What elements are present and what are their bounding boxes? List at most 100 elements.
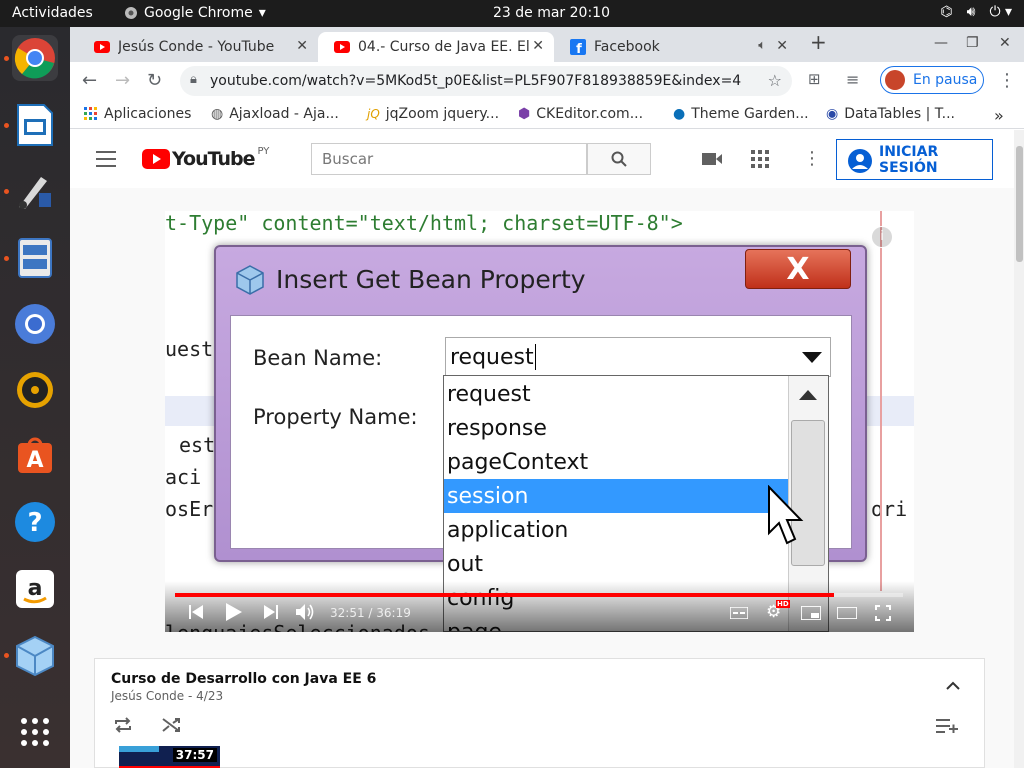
- youtube-logo[interactable]: YouTube PY: [142, 146, 269, 170]
- lock-icon: 🔒︎: [190, 72, 197, 87]
- rhythmbox-icon[interactable]: [12, 367, 58, 413]
- apps-grid-icon[interactable]: [751, 150, 769, 168]
- dock: A ? a: [0, 27, 70, 768]
- close-window-button[interactable]: ✕: [999, 35, 1011, 51]
- chevron-down-icon: ▾: [258, 5, 266, 21]
- list-item[interactable]: application: [444, 513, 788, 547]
- theater-mode-icon[interactable]: [837, 607, 857, 619]
- youtube-logo-text: YouTube: [172, 148, 255, 170]
- page-scroll-thumb[interactable]: [1016, 146, 1023, 262]
- previous-icon[interactable]: [189, 605, 203, 619]
- power-icon: ⏻ ▾: [989, 4, 1012, 20]
- help-icon[interactable]: ?: [12, 499, 58, 545]
- more-bookmarks-icon[interactable]: »: [994, 106, 1004, 125]
- mute-tab-icon[interactable]: 🔈︎: [758, 38, 766, 53]
- restore-button[interactable]: ❐: [966, 35, 979, 51]
- bookmark-jqzoom[interactable]: jQ jqZoom jquery...: [367, 106, 499, 122]
- address-bar[interactable]: 🔒︎ youtube.com/watch?v=5MKod5t_p0E&list=…: [180, 66, 792, 96]
- bookmark-star-icon[interactable]: ☆: [768, 71, 782, 90]
- drupal-icon: ●: [673, 106, 686, 122]
- extension-icon[interactable]: ⊞: [808, 70, 821, 88]
- bookmark-ckeditor[interactable]: ⬢ CKEditor.com...: [518, 106, 643, 122]
- more-menu-icon[interactable]: ⋮: [998, 70, 1016, 91]
- profile-paused-button[interactable]: En pausa: [880, 66, 984, 94]
- search-button[interactable]: [587, 143, 651, 175]
- playlist-item-thumbnail[interactable]: 37:57: [119, 746, 220, 768]
- video-player[interactable]: t-Type" content="text/html; charset=UTF-…: [165, 211, 914, 632]
- loop-icon[interactable]: [114, 717, 132, 733]
- close-tab-icon[interactable]: ✕: [296, 38, 308, 54]
- bookmark-ajaxload[interactable]: ◍ Ajaxload - Aja...: [211, 106, 339, 122]
- tab-java-ee-course[interactable]: 04.- Curso de Java EE. El p ✕: [318, 32, 554, 62]
- playlist-title[interactable]: Curso de Desarrollo con Java EE 6: [111, 671, 376, 687]
- close-tab-icon[interactable]: ✕: [776, 38, 788, 54]
- list-item[interactable]: pageContext: [444, 445, 788, 479]
- bookmark-datatables[interactable]: ◉ DataTables | T...: [826, 106, 955, 122]
- youtube-logo-icon: [142, 149, 170, 169]
- show-apps-icon[interactable]: [12, 709, 58, 755]
- youtube-page: YouTube PY Buscar ⋮ INICIAR SESIÓN t-Typ…: [70, 130, 1014, 768]
- svg-text:A: A: [26, 448, 43, 473]
- files-icon[interactable]: [12, 235, 58, 281]
- bean-name-label: Bean Name:: [253, 346, 383, 370]
- new-tab-button[interactable]: +: [810, 30, 827, 54]
- activities-button[interactable]: Actividades: [12, 5, 93, 21]
- list-item[interactable]: out: [444, 547, 788, 581]
- bean-name-combobox[interactable]: request: [445, 337, 831, 377]
- add-to-queue-icon[interactable]: [936, 719, 958, 733]
- chevron-up-icon[interactable]: [946, 681, 960, 690]
- bookmark-label: DataTables | T...: [844, 106, 956, 122]
- volume-icon[interactable]: [296, 603, 316, 621]
- back-button[interactable]: ←: [82, 70, 97, 91]
- player-controls: 32:51 / 36:19 ⚙ HD: [165, 581, 914, 632]
- media-queue-icon[interactable]: ≡: [846, 70, 859, 89]
- settings-dots-icon[interactable]: ⋮: [803, 148, 821, 169]
- list-item[interactable]: request: [444, 377, 788, 411]
- shuffle-icon[interactable]: [162, 717, 180, 733]
- playlist-author[interactable]: Jesús Conde: [111, 689, 184, 703]
- pinta-icon[interactable]: [12, 168, 58, 214]
- list-item-selected[interactable]: session: [444, 479, 788, 513]
- tab-facebook[interactable]: f Facebook 🔈︎ ✕: [554, 32, 798, 62]
- hamburger-menu-icon[interactable]: [96, 151, 116, 167]
- progress-bar[interactable]: [175, 593, 903, 597]
- bookmark-apps[interactable]: Aplicaciones: [84, 106, 191, 122]
- next-icon[interactable]: [264, 605, 278, 619]
- chromium-icon[interactable]: [12, 301, 58, 347]
- dialog-close-button[interactable]: X: [745, 249, 851, 289]
- reload-button[interactable]: ↻: [147, 70, 162, 91]
- search-input[interactable]: Buscar: [311, 143, 587, 175]
- thumbnail-accent: [119, 746, 159, 752]
- code-fragment: uest: [165, 337, 214, 361]
- avatar: [885, 70, 905, 90]
- chevron-up-icon[interactable]: [799, 390, 817, 400]
- miniplayer-icon[interactable]: [801, 606, 821, 620]
- netbeans-icon[interactable]: [12, 633, 58, 679]
- create-video-icon[interactable]: [702, 151, 722, 167]
- network-icon: ⌬: [940, 4, 953, 20]
- forward-button[interactable]: →: [115, 70, 130, 91]
- bookmark-theme-garden[interactable]: ● Theme Garden...: [673, 106, 809, 122]
- system-top-bar: Actividades Google Chrome ▾ 23 de mar 20…: [0, 0, 1024, 27]
- play-icon[interactable]: [226, 603, 242, 621]
- signin-button[interactable]: INICIAR SESIÓN: [836, 139, 993, 180]
- info-icon[interactable]: i: [871, 226, 893, 248]
- page-scrollbar[interactable]: [1014, 130, 1024, 768]
- code-fragment: est: [179, 433, 216, 457]
- list-item[interactable]: response: [444, 411, 788, 445]
- subtitles-icon[interactable]: [730, 607, 748, 619]
- chevron-down-icon[interactable]: [802, 352, 822, 363]
- fullscreen-icon[interactable]: [875, 605, 891, 621]
- system-tray[interactable]: ⌬ 🔊︎ ⏻ ▾: [940, 4, 1012, 20]
- clock[interactable]: 23 de mar 20:10: [493, 5, 610, 21]
- close-tab-icon[interactable]: ✕: [532, 38, 544, 54]
- text-cursor: [534, 344, 536, 370]
- app-menu[interactable]: Google Chrome ▾: [124, 5, 266, 21]
- tab-jesus-conde-youtube[interactable]: Jesús Conde - YouTube ✕: [78, 32, 318, 62]
- amazon-icon[interactable]: a: [12, 566, 58, 612]
- minimize-button[interactable]: —: [934, 35, 948, 51]
- youtube-icon: [94, 41, 110, 53]
- chrome-icon[interactable]: [12, 35, 58, 81]
- software-center-icon[interactable]: A: [12, 432, 58, 478]
- libreoffice-impress-icon[interactable]: [12, 102, 58, 148]
